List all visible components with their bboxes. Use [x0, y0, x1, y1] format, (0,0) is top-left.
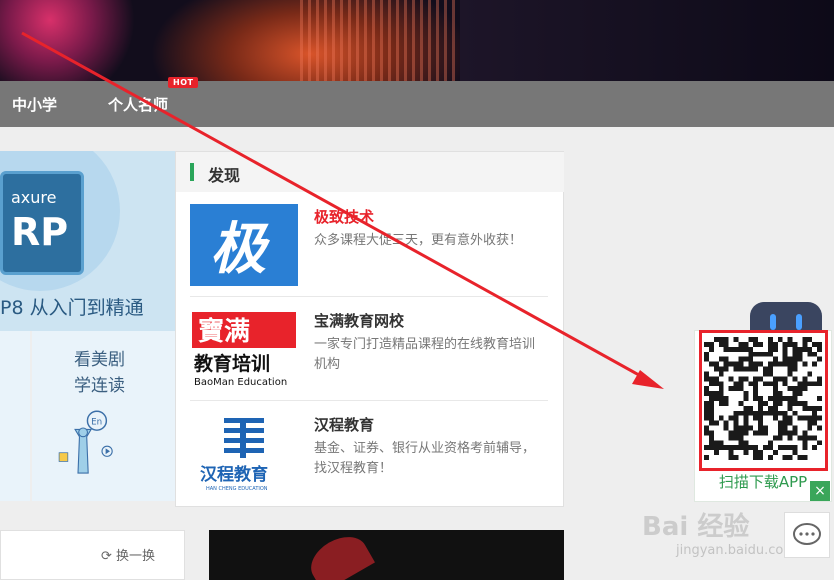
video-thumbnail[interactable] [209, 530, 564, 580]
discover-title: 发现 [208, 166, 241, 185]
item-desc: 一家专门打造精品课程的在线教育培训机构 [314, 337, 536, 372]
svg-text:寶满: 寶满 [198, 316, 250, 347]
svg-text:汉程教育: 汉程教育 [200, 464, 268, 485]
drama-promo-tile[interactable]: 看美剧 学连读 En [32, 331, 175, 501]
chat-button[interactable] [784, 512, 830, 558]
svg-text:BaoMan Education: BaoMan Education [194, 377, 287, 388]
drama-line-1: 看美剧 [74, 350, 125, 370]
promo-caption: P8 从入门到精通 [0, 297, 144, 319]
chat-bubble-icon [793, 523, 821, 545]
drama-line-2: 学连读 [74, 376, 125, 396]
item-title[interactable]: 宝满教育网校 [314, 310, 404, 331]
annotation-highlight-box [699, 330, 828, 471]
refresh-icon: ⟳ [101, 549, 112, 564]
header-banner [0, 0, 834, 81]
svg-text:教育培训: 教育培训 [194, 352, 270, 375]
robot-eye [796, 314, 802, 330]
logo-text-small: axure [11, 188, 57, 207]
item-title[interactable]: 极致技术 [314, 206, 374, 227]
item-desc: 众多课程大促三天，更有意外收获！ [314, 233, 523, 248]
en-bubble: En [91, 417, 102, 427]
discover-header: 发现 [176, 152, 564, 192]
promo-tile-partial[interactable] [0, 331, 30, 501]
item-desc: 基金、证券、银行从业资格考前辅导，找汉程教育！ [314, 441, 536, 476]
item-title[interactable]: 汉程教育 [314, 414, 374, 435]
refresh-button[interactable]: ⟳ 换一换 [101, 545, 155, 564]
header-accent-bar [190, 163, 194, 181]
robot-eye [770, 314, 776, 330]
course-promo-banner[interactable]: axure RP P8 从入门到精通 [0, 151, 175, 331]
discover-item[interactable]: 汉程教育 HAN CHENG EDUCATION 汉程教育 基金、证券、银行从业… [190, 401, 548, 505]
bottom-module: ⟳ 换一换 [0, 530, 185, 580]
svg-text:HAN CHENG EDUCATION: HAN CHENG EDUCATION [206, 486, 268, 492]
svg-text:极: 极 [210, 216, 270, 282]
main-nav: 中小学 个人名师 HOT [0, 77, 834, 127]
baidu-jingyan-watermark: Bai 经验 [642, 512, 750, 542]
jizhi-logo: 极 [190, 204, 298, 286]
video-image [303, 530, 375, 580]
nav-item-famous-teachers[interactable]: 个人名师 [108, 94, 168, 115]
hancheng-logo: 汉程教育 HAN CHENG EDUCATION [190, 412, 298, 494]
hot-badge: HOT [168, 77, 199, 88]
refresh-label: 换一换 [116, 549, 156, 564]
banner-glow [0, 0, 140, 81]
discover-panel: 发现 极 极致技术 众多课程大促三天，更有意外收获！ 寶满 教育培训 BaoMa… [175, 151, 564, 507]
banner-dark-area [460, 0, 834, 81]
watermark-url: jingyan.baidu.com [676, 543, 796, 558]
axure-rp-logo: axure RP [0, 171, 84, 275]
baoman-logo: 寶满 教育培训 BaoMan Education [190, 308, 298, 390]
nav-item-primary-school[interactable]: 中小学 [12, 94, 57, 115]
banner-graphic [300, 0, 460, 81]
close-button[interactable]: × [810, 481, 830, 501]
discover-item[interactable]: 寶满 教育培训 BaoMan Education 宝满教育网校 一家专门打造精品… [190, 297, 548, 401]
discover-item[interactable]: 极 极致技术 众多课程大促三天，更有意外收获！ [190, 193, 548, 297]
logo-text-big: RP [11, 210, 69, 254]
statue-of-liberty-illustration: En [58, 410, 113, 474]
